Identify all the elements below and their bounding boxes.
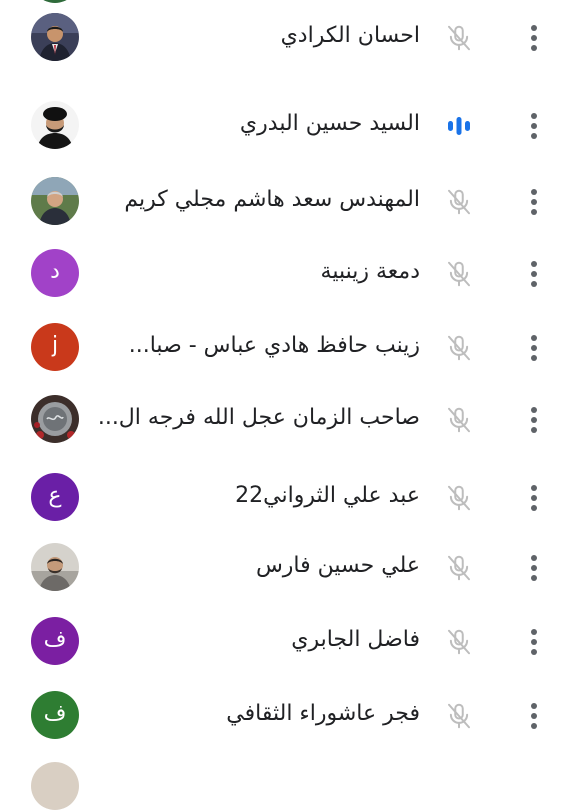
avatar-photo bbox=[31, 395, 79, 443]
avatar-letter: د bbox=[50, 259, 60, 284]
participant-row[interactable]: علي حسين فارس bbox=[0, 530, 576, 604]
mic-off-icon bbox=[444, 483, 474, 513]
participant-name: المهندس سعد هاشم مجلي كريم bbox=[124, 187, 420, 212]
more-vert-icon[interactable] bbox=[524, 403, 544, 437]
participant-name: احسان الكرادي bbox=[280, 23, 420, 48]
participant-name: فاضل الجابري bbox=[291, 627, 420, 652]
more-vert-icon[interactable] bbox=[524, 21, 544, 55]
participant-name: دمعة زينبية bbox=[320, 259, 420, 284]
mic-off-icon bbox=[444, 405, 474, 435]
more-vert-icon[interactable] bbox=[524, 331, 544, 365]
avatar-letter: ف bbox=[43, 701, 67, 726]
participant-name: صاحب الزمان عجل الله فرجه ال... bbox=[100, 405, 420, 430]
mic-off-icon bbox=[444, 187, 474, 217]
mic-off-icon bbox=[444, 627, 474, 657]
mic-off-icon bbox=[444, 23, 474, 53]
participant-row[interactable]: ع عبد علي الثرواني22 bbox=[0, 460, 576, 534]
avatar: ع bbox=[31, 473, 79, 521]
participant-name: السيد حسين البدري bbox=[239, 111, 420, 136]
avatar-photo bbox=[31, 543, 79, 591]
participant-row[interactable]: j زينب حافظ هادي عباس - صبا... bbox=[0, 310, 576, 384]
avatar: j bbox=[31, 323, 79, 371]
avatar-photo bbox=[31, 13, 79, 61]
participants-list: احسان الكرادي السيد حسين البدري المهندس … bbox=[0, 0, 576, 810]
participant-row[interactable]: المهندس سعد هاشم مجلي كريم bbox=[0, 164, 576, 238]
more-vert-icon[interactable] bbox=[524, 625, 544, 659]
avatar: د bbox=[31, 249, 79, 297]
avatar-partial-bottom bbox=[31, 762, 79, 810]
participant-name: زينب حافظ هادي عباس - صبا... bbox=[128, 333, 420, 358]
avatar-photo bbox=[31, 177, 79, 225]
more-vert-icon[interactable] bbox=[524, 109, 544, 143]
avatar-letter: ع bbox=[48, 483, 62, 508]
participant-row[interactable]: صاحب الزمان عجل الله فرجه ال... bbox=[0, 382, 576, 456]
more-vert-icon[interactable] bbox=[524, 185, 544, 219]
avatar-letter: ف bbox=[43, 627, 67, 652]
participant-row[interactable]: ف فاضل الجابري bbox=[0, 604, 576, 678]
more-vert-icon[interactable] bbox=[524, 257, 544, 291]
avatar: ف bbox=[31, 617, 79, 665]
audio-level-icon bbox=[444, 111, 474, 141]
participant-name: عبد علي الثرواني22 bbox=[235, 483, 420, 508]
participant-row[interactable]: السيد حسين البدري bbox=[0, 88, 576, 162]
participant-row[interactable]: ف فجر عاشوراء الثقافي bbox=[0, 678, 576, 752]
participant-name: علي حسين فارس bbox=[255, 553, 420, 578]
mic-off-icon bbox=[444, 259, 474, 289]
mic-off-icon bbox=[444, 701, 474, 731]
mic-off-icon bbox=[444, 553, 474, 583]
participant-row[interactable]: د دمعة زينبية bbox=[0, 236, 576, 310]
more-vert-icon[interactable] bbox=[524, 481, 544, 515]
avatar-photo bbox=[31, 101, 79, 149]
more-vert-icon[interactable] bbox=[524, 551, 544, 585]
participant-row[interactable]: احسان الكرادي bbox=[0, 0, 576, 74]
avatar-letter: j bbox=[51, 333, 59, 358]
more-vert-icon[interactable] bbox=[524, 699, 544, 733]
avatar: ف bbox=[31, 691, 79, 739]
participant-name: فجر عاشوراء الثقافي bbox=[226, 701, 420, 726]
mic-off-icon bbox=[444, 333, 474, 363]
